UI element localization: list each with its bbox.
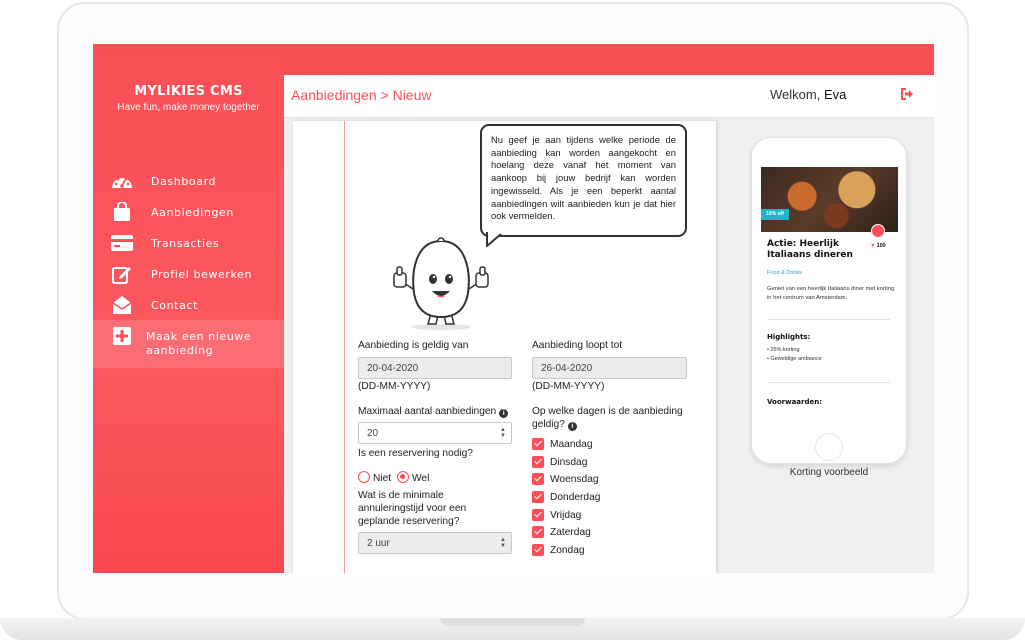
mascot-illustration [393,237,489,330]
plus-square-icon [111,325,133,347]
valid-to-format-hint: (DD-MM-YYYY) [532,381,605,392]
reservation-radio-wel[interactable] [397,471,409,483]
sidebar-item-profiel-bewerken[interactable]: Profiel bewerken [93,259,284,289]
reservation-radio-niet[interactable] [358,471,370,483]
cancellation-label: Wat is de minimale annuleringstijd voor … [358,490,467,527]
sidebar-item-dashboard[interactable]: Dashboard [93,166,284,196]
checkbox-checked[interactable] [532,509,544,521]
sidebar-item-label: Maak een nieuwe aanbieding [146,330,252,357]
max-offers-label-text: Maximaal aantal aanbiedingen [358,406,497,417]
phone-preview-screen: 10% off Actie: Heerlijk Italiaans dinere… [761,167,898,425]
tip-speech-bubble: Nu geef je aan tijdens welke periode de … [480,124,687,237]
credit-card-icon [111,232,133,254]
user-name: Eva [823,87,847,102]
sidebar-item-nieuwe-aanbieding[interactable]: Maak een nieuwe aanbieding [93,320,284,368]
sidebar-item-label: Profiel bewerken [151,267,253,281]
max-offers-input[interactable]: 20 ▲ ▼ [358,422,512,444]
day-label: Dinsdag [550,456,588,468]
checkbox-checked[interactable] [532,473,544,485]
info-icon[interactable]: i [567,422,577,431]
sidebar-item-transacties[interactable]: Transacties [93,228,284,258]
sidebar-item-label: Contact [151,298,198,312]
brand-tagline: Have fun, make money together [117,102,260,113]
panel-divider [344,121,345,573]
divider [767,319,890,320]
preview-caption: Korting voorbeeld [789,467,869,478]
heart-icon: ♥ [871,243,875,249]
checkbox-checked[interactable] [532,526,544,538]
highlight-item: • Geweldige ambiance [767,356,822,362]
day-checkbox-zaterdag[interactable]: Zaterdag [532,525,591,539]
edit-icon [111,263,133,285]
day-checkbox-vrijdag[interactable]: Vrijdag [532,508,581,522]
max-offers-value: 20 [367,428,379,439]
laptop-notch [440,618,585,626]
preview-title: Actie: Heerlijk Italiaans dineren [767,239,853,260]
checkbox-checked[interactable] [532,544,544,556]
valid-from-format-hint: (DD-MM-YYYY) [358,381,431,392]
preview-likes: ♥ 100 [871,243,886,249]
day-checkbox-zondag[interactable]: Zondag [532,543,585,557]
breadcrumb: Aanbiedingen > Nieuw [291,87,432,103]
sidebar-item-label: Aanbiedingen [151,205,234,219]
likes-count: 100 [876,243,886,249]
days-label: Op welke dagen is de aanbieding geldig? i [532,405,692,431]
day-checkbox-donderdag[interactable]: Donderdag [532,490,600,504]
preview-description: Geniet van een heerlijk Italiaans diner … [767,286,895,301]
highlight-item: • 25% korting [767,347,800,353]
logout-icon[interactable] [900,87,914,101]
reservation-option-niet-label: Niet [373,473,392,484]
brand-title: MYLIKIES CMS [134,84,243,99]
days-label-text: Op welke dagen is de aanbieding geldig? [532,406,683,430]
day-label: Zondag [550,544,585,556]
select-arrows-icon: ▲ ▼ [500,537,506,549]
sidebar-item-contact[interactable]: Contact [93,290,284,320]
envelope-icon [111,294,133,316]
valid-to-input[interactable]: 26-04-2020 [532,357,687,379]
app-screen: MYLIKIES CMS Have fun, make money togeth… [93,44,934,573]
phone-preview: 10% off Actie: Heerlijk Italiaans dinere… [751,137,907,464]
header: Aanbiedingen > Nieuw Welkom, Eva [284,75,934,118]
phone-home-button [815,433,843,461]
welcome-text: Welkom, Eva [770,87,846,102]
reservation-option-wel-label: Wel [412,473,430,484]
favorite-heart-icon [871,224,885,238]
day-label: Zaterdag [550,526,591,538]
sidebar: MYLIKIES CMS Have fun, make money togeth… [93,44,284,573]
day-checkbox-maandag[interactable]: Maandag [532,437,592,451]
preview-conditions-title: Voorwaarden: [767,398,823,406]
day-label: Donderdag [550,491,601,503]
max-offers-label: Maximaal aantal aanbiedingen i [358,405,509,418]
checkbox-checked[interactable] [532,491,544,503]
checkbox-checked[interactable] [532,438,544,450]
sidebar-item-label: Dashboard [151,174,217,188]
valid-from-input[interactable]: 20-04-2020 [358,357,512,379]
preview-highlights-title: Highlights: [767,333,811,341]
reservation-label: Is een reservering nodig? [358,448,473,459]
cancellation-select[interactable]: 2 uur ▲ ▼ [358,532,512,554]
day-label: Maandag [550,438,593,450]
gauge-icon [111,170,133,192]
day-label: Vrijdag [550,509,582,521]
number-stepper-icon[interactable]: ▲ ▼ [500,427,506,439]
day-checkbox-dinsdag[interactable]: Dinsdag [532,455,587,469]
preview-category: Food & Drinks [767,270,802,276]
valid-from-label: Aanbieding is geldig van [358,340,469,351]
shopping-bag-icon [111,201,133,223]
day-checkbox-woensdag[interactable]: Woensdag [532,472,599,486]
day-label: Woensdag [550,473,599,485]
info-icon[interactable]: i [499,409,509,418]
sidebar-item-aanbiedingen[interactable]: Aanbiedingen [93,197,284,227]
offer-form-panel: Nu geef je aan tijdens welke periode de … [293,121,716,573]
welcome-prefix: Welkom, [770,87,821,102]
offer-image [761,167,898,232]
divider [767,382,890,383]
checkbox-checked[interactable] [532,456,544,468]
sidebar-item-label: Transacties [151,236,220,250]
discount-badge: 10% off [761,209,789,220]
cancellation-select-value: 2 uur [367,538,390,549]
valid-to-label: Aanbieding loopt tot [532,340,623,351]
